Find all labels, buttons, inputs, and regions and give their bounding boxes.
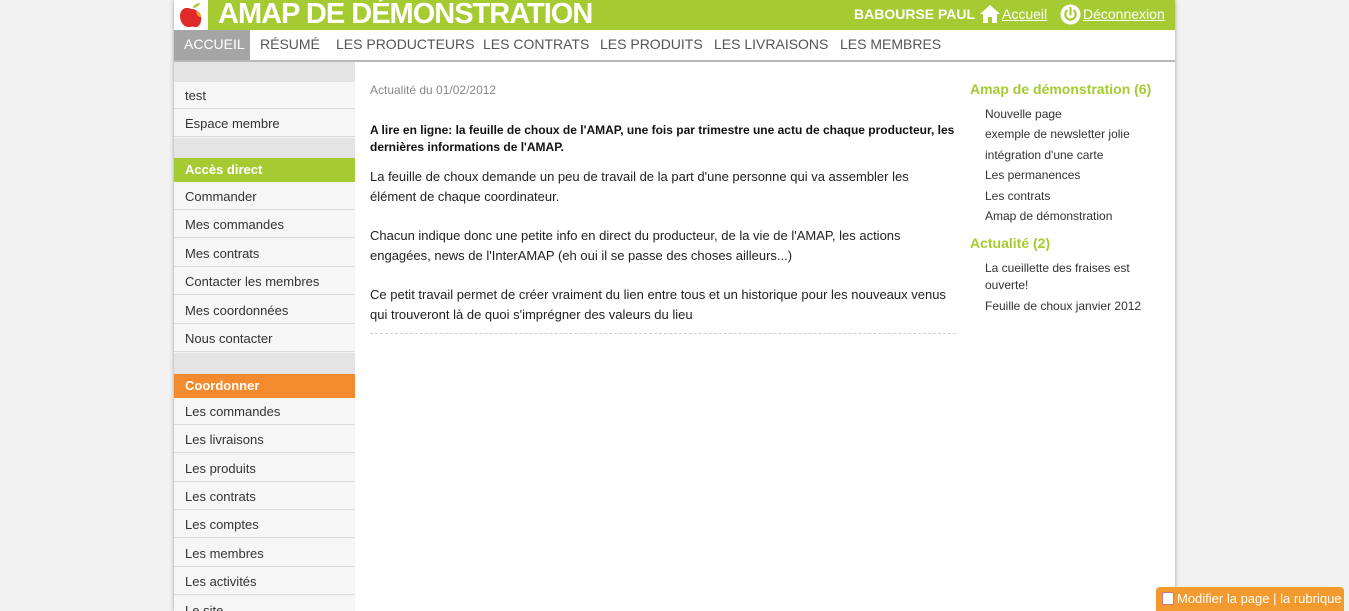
news-divider: [370, 333, 956, 334]
tab-membres[interactable]: LES MEMBRES: [830, 30, 951, 60]
page-container: AMAP DE DÉMONSTRATION BABOURSE PAUL Accu…: [174, 0, 1175, 611]
link-newsletter[interactable]: exemple de newsletter jolie: [985, 126, 1160, 143]
edit-page-label: Modifier la page | la rubrique: [1177, 591, 1342, 606]
sidebar-spacer: [174, 62, 355, 82]
apple-logo-icon: [180, 3, 202, 28]
home-link[interactable]: Accueil: [1002, 6, 1047, 22]
link-amap-demo[interactable]: Amap de démonstration: [985, 208, 1160, 225]
news-paragraph: Ce petit travail permet de créer vraimen…: [370, 287, 946, 322]
sidebar-item-nous-contacter[interactable]: Nous contacter: [174, 325, 355, 352]
sidebar-item-les-activites[interactable]: Les activités: [174, 568, 355, 595]
sidebar-item-les-comptes[interactable]: Les comptes: [174, 511, 355, 538]
sidebar-item-mes-commandes[interactable]: Mes commandes: [174, 211, 355, 238]
sidebar-item-les-livraisons[interactable]: Les livraisons: [174, 426, 355, 453]
home-icon[interactable]: [979, 4, 1001, 29]
sidebar-item-espace-membre[interactable]: Espace membre: [174, 110, 355, 137]
sidebar-spacer: [174, 138, 355, 158]
news-date: Actualité du 01/02/2012: [370, 83, 497, 97]
logout-link[interactable]: Déconnexion: [1083, 6, 1165, 22]
sidebar-item-les-commandes[interactable]: Les commandes: [174, 398, 355, 425]
edit-page-button[interactable]: Modifier la page | la rubrique: [1156, 587, 1344, 611]
tab-resume[interactable]: RÉSUMÉ: [250, 30, 330, 60]
amap-logo[interactable]: [174, 0, 208, 30]
section-heading-actualite[interactable]: Actualité (2): [970, 235, 1050, 251]
link-nouvelle-page[interactable]: Nouvelle page: [985, 106, 1160, 123]
section-heading-amap[interactable]: Amap de démonstration (6): [970, 81, 1151, 97]
tab-produits[interactable]: LES PRODUITS: [590, 30, 713, 60]
news-paragraph: Chacun indique donc une petite info en d…: [370, 228, 901, 263]
sidebar-item-test[interactable]: test: [174, 82, 355, 109]
sidebar: test Espace membre Accès direct Commande…: [174, 62, 355, 611]
link-cueillette[interactable]: La cueillette des fraises est ouverte!: [985, 260, 1160, 294]
link-permanences[interactable]: Les permanences: [985, 167, 1160, 184]
sidebar-heading-coordonner: Coordonner: [174, 374, 355, 398]
sidebar-item-le-site[interactable]: Le site: [174, 597, 355, 611]
link-carte[interactable]: intégration d'une carte: [985, 147, 1160, 164]
sidebar-heading-acces-direct: Accès direct: [174, 158, 355, 182]
edit-icon: [1162, 592, 1174, 605]
link-feuille-choux[interactable]: Feuille de choux janvier 2012: [985, 298, 1160, 315]
site-title[interactable]: AMAP DE DÉMONSTRATION: [218, 0, 593, 31]
user-name: BABOURSE PAUL: [854, 6, 976, 22]
sidebar-item-les-contrats[interactable]: Les contrats: [174, 483, 355, 510]
tab-accueil[interactable]: ACCUEIL: [174, 30, 250, 60]
sidebar-item-les-produits[interactable]: Les produits: [174, 455, 355, 482]
sidebar-item-commander[interactable]: Commander: [174, 183, 355, 210]
tab-contrats[interactable]: LES CONTRATS: [473, 30, 599, 60]
sidebar-spacer: [174, 353, 355, 374]
link-contrats[interactable]: Les contrats: [985, 188, 1160, 205]
tab-livraisons[interactable]: LES LIVRAISONS: [704, 30, 838, 60]
tab-producteurs[interactable]: LES PRODUCTEURS: [326, 30, 484, 60]
news-paragraph: La feuille de choux demande un peu de tr…: [370, 169, 909, 204]
sidebar-item-les-membres[interactable]: Les membres: [174, 540, 355, 567]
power-icon[interactable]: [1060, 4, 1081, 30]
header-bar: AMAP DE DÉMONSTRATION BABOURSE PAUL Accu…: [174, 0, 1175, 30]
main-nav: ACCUEIL RÉSUMÉ LES PRODUCTEURS LES CONTR…: [174, 30, 1175, 62]
sidebar-item-contacter-membres[interactable]: Contacter les membres: [174, 268, 355, 295]
news-lead: A lire en ligne: la feuille de choux de …: [370, 123, 955, 154]
sidebar-item-mes-coordonnees[interactable]: Mes coordonnées: [174, 297, 355, 324]
sidebar-item-mes-contrats[interactable]: Mes contrats: [174, 240, 355, 267]
